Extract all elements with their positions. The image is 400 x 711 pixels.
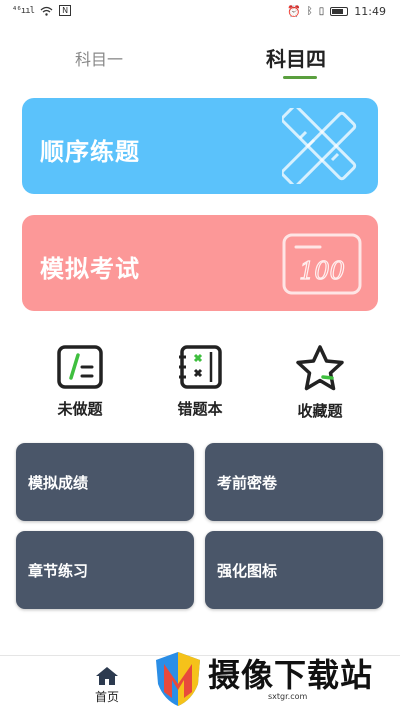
watermark: 摄像下载站 sxtgr.com (152, 648, 400, 711)
wrong-book-icon (179, 345, 222, 389)
quick-actions: 未做题 错题本 收藏题 (0, 344, 400, 424)
mock-score-button[interactable]: 模拟成绩 (16, 443, 194, 521)
alarm-icon: ⏰ (287, 5, 301, 18)
intensive-icons-label: 强化图标 (217, 562, 278, 580)
score-text: 100 (299, 257, 345, 285)
mock-exam-label: 模拟考试 (40, 255, 140, 283)
note-edit-icon (57, 345, 103, 389)
nav-home[interactable]: 首页 (85, 666, 129, 705)
sequential-practice-card[interactable]: 顺序练题 (22, 98, 378, 194)
pre-exam-paper-label: 考前密卷 (217, 474, 278, 492)
wifi-icon (40, 6, 53, 16)
nav-home-label: 首页 (94, 690, 119, 704)
sequential-practice-label: 顺序练题 (40, 138, 140, 166)
unanswered-label: 未做题 (57, 400, 103, 418)
wrong-book-label: 错题本 (177, 400, 223, 418)
active-tab-indicator (283, 76, 317, 79)
vibrate-icon: ▯ (318, 6, 325, 17)
mock-score-label: 模拟成绩 (28, 474, 89, 492)
mock-exam-card[interactable]: 模拟考试 100 (22, 215, 378, 311)
chapter-practice-button[interactable]: 章节练习 (16, 531, 194, 609)
favorites-label: 收藏题 (297, 402, 343, 420)
watermark-text: 摄像下载站 (208, 656, 374, 694)
watermark-logo-icon (156, 652, 200, 706)
favorites-button[interactable]: 收藏题 (275, 344, 365, 421)
status-bar: ⁴⁶ııl N ⏰ ᛒ ▯ 11:49 (0, 0, 400, 24)
tab-subject-four[interactable]: 科目四 (266, 43, 326, 72)
wrong-book-button[interactable]: 错题本 (155, 344, 245, 419)
star-icon (296, 345, 344, 391)
intensive-icons-button[interactable]: 强化图标 (205, 531, 383, 609)
score-board-icon: 100 (282, 233, 362, 295)
nfc-icon: N (59, 5, 72, 16)
tab-subject-one[interactable]: 科目一 (75, 46, 123, 70)
signal-icon: ⁴⁶ııl (12, 5, 35, 16)
subject-tabs: 科目一 科目四 (0, 40, 400, 80)
chapter-practice-label: 章节练习 (28, 562, 89, 580)
status-time: 11:49 (354, 5, 386, 18)
unanswered-button[interactable]: 未做题 (35, 344, 125, 419)
home-icon (96, 667, 118, 685)
battery-icon (330, 7, 349, 16)
pencil-ruler-icon (282, 108, 357, 184)
bluetooth-icon: ᛒ (306, 6, 313, 17)
watermark-url: sxtgr.com (268, 692, 308, 701)
pre-exam-paper-button[interactable]: 考前密卷 (205, 443, 383, 521)
